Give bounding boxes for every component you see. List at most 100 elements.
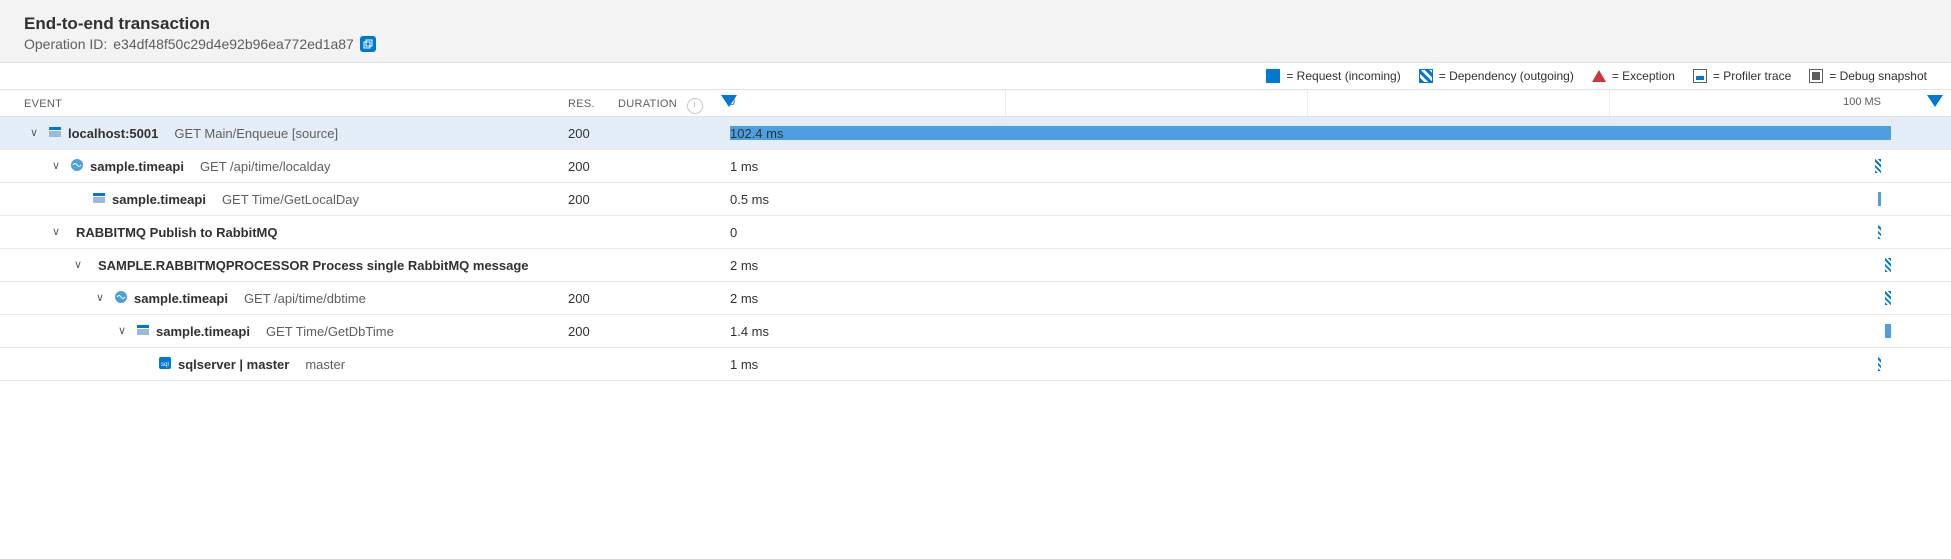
legend-dependency: = Dependency (outgoing)	[1419, 69, 1574, 83]
res-cell: 200	[560, 282, 610, 315]
event-cell[interactable]: ∨ localhost:5001GET Main/Enqueue [source…	[0, 117, 560, 150]
operation-id-label: Operation ID:	[24, 36, 107, 52]
duration-bar	[1885, 324, 1891, 338]
page-title: End-to-end transaction	[24, 14, 1927, 34]
event-name: SAMPLE.RABBITMQPROCESSOR Process single …	[98, 258, 529, 273]
request-icon	[48, 125, 62, 142]
trailing-cell	[1911, 183, 1951, 216]
res-cell: 200	[560, 315, 610, 348]
duration-text: 1 ms	[730, 357, 758, 372]
trailing-cell	[1911, 249, 1951, 282]
copy-operation-id-icon[interactable]	[360, 36, 376, 52]
event-cell[interactable]: ∨ sample.timeapi GET /api/time/localday	[0, 150, 560, 183]
dependency-icon	[70, 158, 84, 175]
expand-toggle[interactable]: ∨	[30, 126, 42, 139]
snapshot-swatch-icon	[1809, 69, 1823, 83]
request-icon	[136, 323, 150, 340]
event-cell[interactable]: ∨ SAMPLE.RABBITMQPROCESSOR Process singl…	[0, 249, 560, 282]
timeline-cell: 1.4 ms	[610, 315, 1911, 348]
trailing-cell	[1911, 216, 1951, 249]
clock-icon[interactable]	[687, 98, 703, 114]
event-cell[interactable]: sql sqlserver | mastermaster	[0, 348, 560, 381]
timeline-cell: 102.4 ms	[610, 117, 1911, 150]
legend-profiler: = Profiler trace	[1693, 69, 1791, 83]
dependency-icon	[114, 290, 128, 307]
expand-toggle[interactable]: ∨	[118, 324, 130, 337]
duration-label[interactable]: Duration	[610, 90, 677, 116]
timeline-cell: 0.5 ms	[610, 183, 1911, 216]
res-cell	[560, 216, 610, 249]
operation-id-value: e34df48f50c29d4e92b96ea772ed1a87	[113, 36, 354, 52]
duration-bar	[1875, 159, 1881, 173]
trace-grid: Event Res. Duration 0 100 MS ∨ localhost…	[0, 90, 1951, 381]
duration-bar	[1885, 258, 1891, 272]
event-service: sample.timeapi	[134, 291, 228, 306]
timeline-start-marker-icon[interactable]	[721, 95, 737, 107]
res-cell: 200	[560, 117, 610, 150]
duration-text: 0	[730, 225, 737, 240]
dependency-swatch-icon	[1419, 69, 1433, 83]
trailing-cell	[1911, 282, 1951, 315]
transaction-header: End-to-end transaction Operation ID: e34…	[0, 0, 1951, 63]
res-cell: 200	[560, 183, 610, 216]
column-header-res[interactable]: Res.	[560, 90, 610, 117]
duration-text: 2 ms	[730, 291, 758, 306]
trailing-cell	[1911, 315, 1951, 348]
duration-bar	[1878, 357, 1881, 371]
timeline-ruler: 0 100 MS	[703, 90, 1911, 116]
duration-text: 1 ms	[730, 159, 758, 174]
operation-id-line: Operation ID: e34df48f50c29d4e92b96ea772…	[24, 36, 1927, 52]
request-swatch-icon	[1266, 69, 1280, 83]
event-operation: GET Time/GetLocalDay	[222, 192, 359, 207]
legend-request-label: = Request (incoming)	[1286, 69, 1400, 83]
event-cell[interactable]: sample.timeapi GET Time/GetLocalDay	[0, 183, 560, 216]
event-cell[interactable]: ∨ sample.timeapiGET Time/GetDbTime	[0, 315, 560, 348]
legend-exception: = Exception	[1592, 69, 1675, 83]
timeline-cell: 2 ms	[610, 249, 1911, 282]
duration-bar	[1885, 291, 1891, 305]
event-cell[interactable]: ∨ RABBITMQ Publish to RabbitMQ	[0, 216, 560, 249]
duration-bar	[1878, 225, 1881, 239]
res-cell	[560, 348, 610, 381]
event-service: sample.timeapi	[112, 192, 206, 207]
event-service: sample.timeapi	[90, 159, 184, 174]
column-header-event[interactable]: Event	[0, 90, 560, 117]
legend-dependency-label: = Dependency (outgoing)	[1439, 69, 1574, 83]
res-cell: 200	[560, 150, 610, 183]
trailing-cell	[1911, 150, 1951, 183]
duration-text: 102.4 ms	[730, 126, 783, 141]
trailing-cell	[1911, 117, 1951, 150]
exception-swatch-icon	[1592, 70, 1606, 82]
legend-request: = Request (incoming)	[1266, 69, 1400, 83]
duration-bar	[730, 126, 1891, 140]
duration-text: 1.4 ms	[730, 324, 769, 339]
legend-exception-label: = Exception	[1612, 69, 1675, 83]
expand-toggle[interactable]: ∨	[74, 258, 86, 271]
legend-bar: = Request (incoming) = Dependency (outgo…	[0, 63, 1951, 90]
timeline-cell: 1 ms	[610, 150, 1911, 183]
timeline-cell: 2 ms	[610, 282, 1911, 315]
profiler-swatch-icon	[1693, 69, 1707, 83]
expand-toggle[interactable]: ∨	[52, 159, 64, 172]
event-cell[interactable]: ∨ sample.timeapi GET /api/time/dbtime	[0, 282, 560, 315]
expand-toggle[interactable]: ∨	[96, 291, 108, 304]
event-name: RABBITMQ Publish to RabbitMQ	[76, 225, 277, 240]
legend-snapshot-label: = Debug snapshot	[1829, 69, 1927, 83]
sql-icon: sql	[158, 356, 172, 373]
expand-toggle[interactable]: ∨	[52, 225, 64, 238]
legend-profiler-label: = Profiler trace	[1713, 69, 1791, 83]
event-operation: GET /api/time/dbtime	[244, 291, 366, 306]
filter-icon[interactable]	[1927, 95, 1943, 107]
column-header-duration: Duration 0 100 MS	[610, 90, 1911, 117]
event-service: localhost:5001	[68, 126, 158, 141]
timeline-cell: 1 ms	[610, 348, 1911, 381]
tick-100ms: 100 MS	[1843, 96, 1881, 108]
trailing-cell	[1911, 348, 1951, 381]
event-operation: GET Time/GetDbTime	[266, 324, 394, 339]
duration-bar	[1878, 192, 1881, 206]
legend-snapshot: = Debug snapshot	[1809, 69, 1927, 83]
request-icon	[92, 191, 106, 208]
event-operation: master	[305, 357, 345, 372]
duration-text: 2 ms	[730, 258, 758, 273]
event-operation: GET /api/time/localday	[200, 159, 331, 174]
